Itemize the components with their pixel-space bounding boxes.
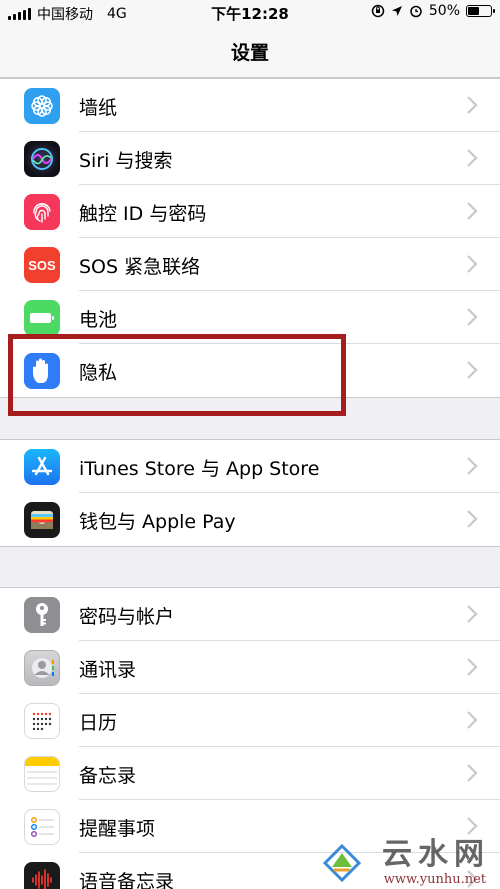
wallet-icon <box>24 502 60 538</box>
settings-item-siri-search[interactable]: Siri 与搜索 <box>0 132 500 185</box>
wallpaper-icon <box>24 88 60 124</box>
rotation-lock-icon <box>371 4 385 18</box>
app-store-icon <box>24 449 60 485</box>
settings-item-sos[interactable]: SOS SOS 紧急联络 <box>0 238 500 291</box>
chevron-right-icon <box>467 308 478 326</box>
sos-icon: SOS <box>24 247 60 283</box>
voice-memos-icon <box>24 862 60 889</box>
watermark-logo-icon <box>322 843 362 883</box>
chevron-right-icon <box>467 255 478 273</box>
chevron-right-icon <box>467 149 478 167</box>
settings-item-contacts[interactable]: 通讯录 <box>0 641 500 694</box>
navigation-bar: 设置 <box>0 26 500 78</box>
chevron-right-icon <box>467 457 478 475</box>
settings-item-passwords-accounts[interactable]: 密码与帐户 <box>0 588 500 641</box>
chevron-right-icon <box>467 510 478 528</box>
status-bar: 中国移动 4G 下午12:28 50% <box>0 0 500 26</box>
battery-percent: 50% <box>428 3 460 19</box>
chevron-right-icon <box>467 202 478 220</box>
chevron-right-icon <box>467 658 478 676</box>
settings-item-label: 提醒事项 <box>79 818 156 840</box>
settings-item-label: 备忘录 <box>79 765 137 787</box>
watermark: 云水网 www.yunhu.net <box>316 833 496 889</box>
notes-icon <box>24 756 60 792</box>
watermark-url: www.yunhu.net <box>383 872 486 887</box>
settings-item-label: 语音备忘录 <box>79 871 175 889</box>
reminders-icon <box>24 809 60 845</box>
privacy-hand-icon <box>24 353 60 389</box>
key-icon <box>24 597 60 633</box>
chevron-right-icon <box>467 361 478 379</box>
chevron-right-icon <box>467 711 478 729</box>
chevron-right-icon <box>467 764 478 782</box>
settings-item-touch-id[interactable]: 触控 ID 与密码 <box>0 185 500 238</box>
settings-item-label: 触控 ID 与密码 <box>79 203 207 225</box>
location-arrow-icon <box>391 6 402 16</box>
siri-icon <box>24 141 60 177</box>
watermark-text: 云水网 <box>382 837 490 872</box>
svg-text:SOS: SOS <box>28 258 56 273</box>
settings-group-stores: iTunes Store 与 App Store 钱包与 Apple Pay <box>0 439 500 547</box>
settings-item-label: 钱包与 Apple Pay <box>79 511 236 533</box>
settings-item-label: 日历 <box>79 712 118 734</box>
settings-item-privacy[interactable]: 隐私 <box>0 344 500 397</box>
settings-item-label: Siri 与搜索 <box>79 150 173 172</box>
settings-group-general: 墙纸 Siri 与搜索 触控 ID 与密码 SOS SOS 紧急联络 电池 隐私 <box>0 78 500 398</box>
page-title: 设置 <box>230 42 269 64</box>
settings-item-calendar[interactable]: 日历 <box>0 694 500 747</box>
settings-item-label: iTunes Store 与 App Store <box>79 458 320 480</box>
calendar-icon <box>24 703 60 739</box>
settings-item-label: SOS 紧急联络 <box>79 256 201 278</box>
contacts-icon <box>24 650 60 686</box>
settings-item-notes[interactable]: 备忘录 <box>0 747 500 800</box>
chevron-right-icon <box>467 605 478 623</box>
settings-item-battery[interactable]: 电池 <box>0 291 500 344</box>
settings-item-wallpaper[interactable]: 墙纸 <box>0 79 500 132</box>
settings-item-label: 密码与帐户 <box>79 606 175 628</box>
fingerprint-icon <box>24 194 60 230</box>
alarm-clock-icon <box>410 5 422 18</box>
battery-icon <box>24 300 60 336</box>
settings-item-itunes-app-store[interactable]: iTunes Store 与 App Store <box>0 440 500 493</box>
settings-item-label: 墙纸 <box>79 97 118 119</box>
settings-item-wallet-apple-pay[interactable]: 钱包与 Apple Pay <box>0 493 500 546</box>
battery-status-icon <box>466 5 495 17</box>
settings-item-label: 电池 <box>79 309 118 331</box>
chevron-right-icon <box>467 96 478 114</box>
settings-item-label: 隐私 <box>79 362 118 384</box>
settings-item-label: 通讯录 <box>79 659 137 681</box>
